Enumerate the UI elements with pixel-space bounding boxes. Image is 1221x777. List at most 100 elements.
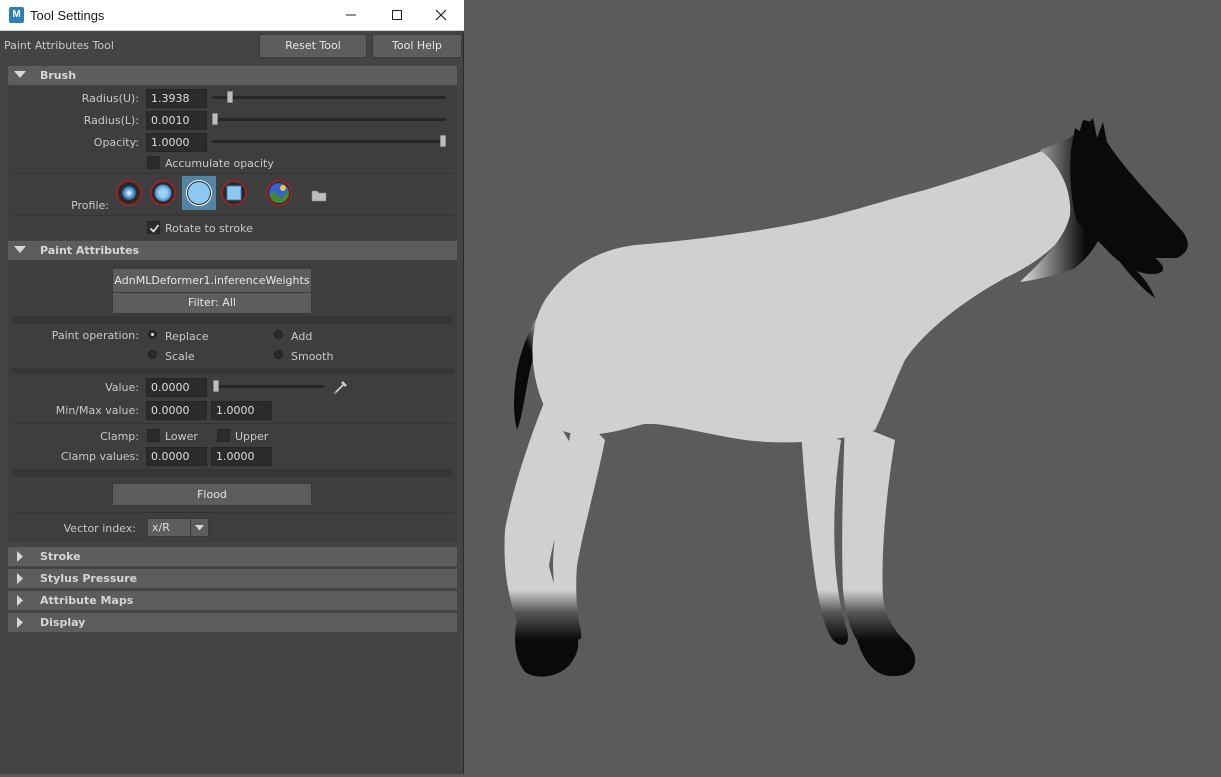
radius-l-slider-track[interactable] — [212, 118, 446, 121]
soft-brush-button[interactable] — [149, 179, 177, 207]
tool-name: Paint Attributes Tool — [4, 39, 114, 52]
flood-button[interactable]: Flood — [112, 483, 312, 506]
tool-help-button[interactable]: Tool Help — [372, 34, 462, 58]
dropdown-divider — [190, 518, 191, 537]
checkmark-icon — [149, 224, 160, 233]
vector-index-label: Vector index: — [63, 522, 136, 535]
radio-add[interactable] — [274, 330, 283, 339]
paint-operation-label: Paint operation: — [51, 329, 139, 342]
section-stylus-pressure-label: Stylus Pressure — [40, 572, 138, 585]
section-attribute-maps-header[interactable]: Attribute Maps — [8, 591, 457, 610]
rotate-to-stroke-checkbox[interactable] — [147, 221, 160, 234]
tool-settings-panel: M Tool Settings Paint Attributes Tool Re… — [0, 0, 464, 774]
section-brush-header[interactable]: Brush — [8, 66, 457, 85]
vector-index-value: x/R — [152, 521, 170, 534]
wolf-front-leg-back — [842, 420, 916, 677]
radius-u-slider-thumb[interactable] — [227, 91, 233, 103]
divider — [12, 423, 453, 424]
folder-icon — [311, 190, 327, 202]
radius-u-label: Radius(U): — [81, 92, 139, 105]
section-paint-attributes-header[interactable]: Paint Attributes — [8, 241, 457, 260]
filter-button[interactable]: Filter: All — [112, 292, 312, 314]
scale-label: Scale — [165, 350, 195, 363]
attribute-select-button[interactable]: AdnMLDeformer1.inferenceWeights — [112, 268, 312, 293]
expand-arrow-icon — [17, 551, 23, 562]
solid-brush-icon — [186, 180, 212, 206]
wolf-model[interactable] — [465, 0, 1221, 774]
vector-index-dropdown[interactable]: x/R — [147, 518, 209, 537]
clamp-max-field[interactable]: 1.0000 — [211, 447, 272, 466]
radius-u-field[interactable]: 1.3938 — [146, 89, 207, 108]
minimize-icon — [346, 14, 356, 16]
radio-scale[interactable] — [148, 350, 157, 359]
section-attribute-maps-label: Attribute Maps — [40, 594, 134, 607]
smooth-label: Smooth — [291, 350, 334, 363]
section-stylus-pressure-header[interactable]: Stylus Pressure — [8, 569, 457, 588]
section-display-header[interactable]: Display — [8, 613, 457, 632]
title-bar[interactable]: M Tool Settings — [0, 0, 464, 31]
gaussian-brush-icon — [116, 180, 142, 206]
image-brush-button[interactable] — [265, 179, 293, 207]
wolf-front-leg-front — [801, 430, 849, 645]
gaussian-brush-button[interactable] — [115, 179, 143, 207]
close-button[interactable] — [418, 0, 464, 31]
radio-replace[interactable] — [148, 330, 157, 339]
browse-profile-button[interactable] — [309, 185, 329, 205]
chevron-down-icon — [195, 525, 204, 531]
divider — [12, 469, 453, 477]
accumulate-opacity-checkbox[interactable] — [147, 156, 160, 169]
max-value-field[interactable]: 1.0000 — [211, 401, 272, 420]
clamp-upper-checkbox[interactable] — [217, 429, 230, 442]
value-slider-thumb[interactable] — [213, 380, 219, 392]
opacity-field[interactable]: 1.0000 — [146, 133, 207, 152]
profile-label: Profile: — [71, 199, 109, 212]
radio-smooth[interactable] — [274, 350, 283, 359]
opacity-slider-track[interactable] — [212, 140, 446, 143]
close-icon — [435, 9, 447, 21]
square-brush-icon — [221, 180, 247, 206]
min-value-field[interactable]: 0.0000 — [146, 401, 207, 420]
clamp-label: Clamp: — [100, 430, 139, 443]
divider — [12, 173, 453, 174]
minmax-label: Min/Max value: — [55, 404, 139, 417]
rotate-to-stroke-label: Rotate to stroke — [165, 222, 253, 235]
wolf-body — [532, 150, 1077, 443]
solid-brush-button[interactable] — [182, 176, 216, 210]
expand-arrow-icon — [17, 573, 23, 584]
clamp-upper-label: Upper — [235, 430, 269, 443]
section-stroke-header[interactable]: Stroke — [8, 547, 457, 566]
clamp-lower-checkbox[interactable] — [147, 429, 160, 442]
maximize-icon — [392, 10, 402, 20]
radius-l-field[interactable]: 0.0010 — [146, 111, 207, 130]
collapse-arrow-icon — [14, 71, 26, 78]
maya-app-icon: M — [9, 7, 24, 23]
value-label: Value: — [105, 381, 139, 394]
divider — [12, 316, 453, 324]
value-field[interactable]: 0.0000 — [146, 378, 207, 397]
eyedropper-icon[interactable] — [332, 378, 350, 396]
image-brush-icon — [266, 180, 292, 206]
reset-tool-button[interactable]: Reset Tool — [259, 34, 367, 58]
replace-label: Replace — [165, 330, 209, 343]
section-display-label: Display — [40, 616, 86, 629]
soft-brush-icon — [150, 180, 176, 206]
minimize-button[interactable] — [328, 0, 374, 31]
value-slider-track[interactable] — [212, 385, 324, 388]
maximize-button[interactable] — [374, 0, 420, 31]
divider — [12, 512, 453, 513]
square-brush-button[interactable] — [220, 179, 248, 207]
opacity-label: Opacity: — [93, 136, 139, 149]
expand-arrow-icon — [17, 617, 23, 628]
divider — [12, 368, 453, 374]
clamp-lower-label: Lower — [165, 430, 198, 443]
section-brush-label: Brush — [40, 69, 77, 82]
expand-arrow-icon — [17, 595, 23, 606]
opacity-slider-thumb[interactable] — [440, 135, 446, 147]
clamp-min-field[interactable]: 0.0000 — [146, 447, 207, 466]
divider — [12, 215, 453, 216]
radius-l-slider-thumb[interactable] — [212, 113, 218, 125]
section-paint-attributes-label: Paint Attributes — [40, 244, 140, 257]
radius-u-slider-track[interactable] — [212, 96, 446, 99]
radius-l-label: Radius(L): — [83, 114, 139, 127]
viewport[interactable] — [465, 0, 1221, 774]
